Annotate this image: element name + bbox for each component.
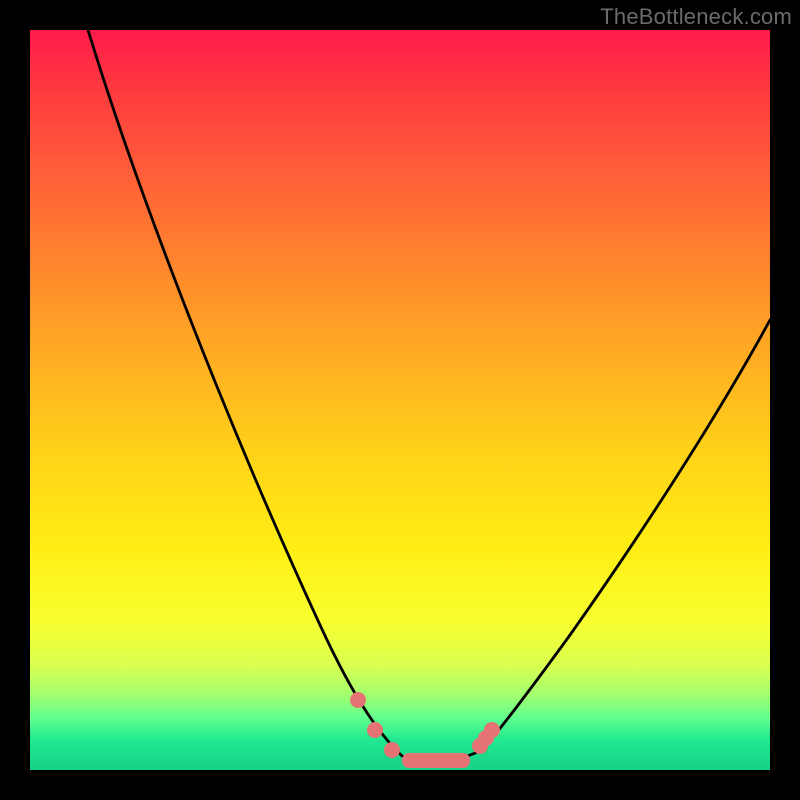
chart-frame: TheBottleneck.com <box>0 0 800 800</box>
marker-cluster <box>350 692 500 768</box>
plot-area <box>30 30 770 770</box>
chart-svg <box>30 30 770 770</box>
v-curve <box>88 30 770 762</box>
watermark-text: TheBottleneck.com <box>600 4 792 30</box>
